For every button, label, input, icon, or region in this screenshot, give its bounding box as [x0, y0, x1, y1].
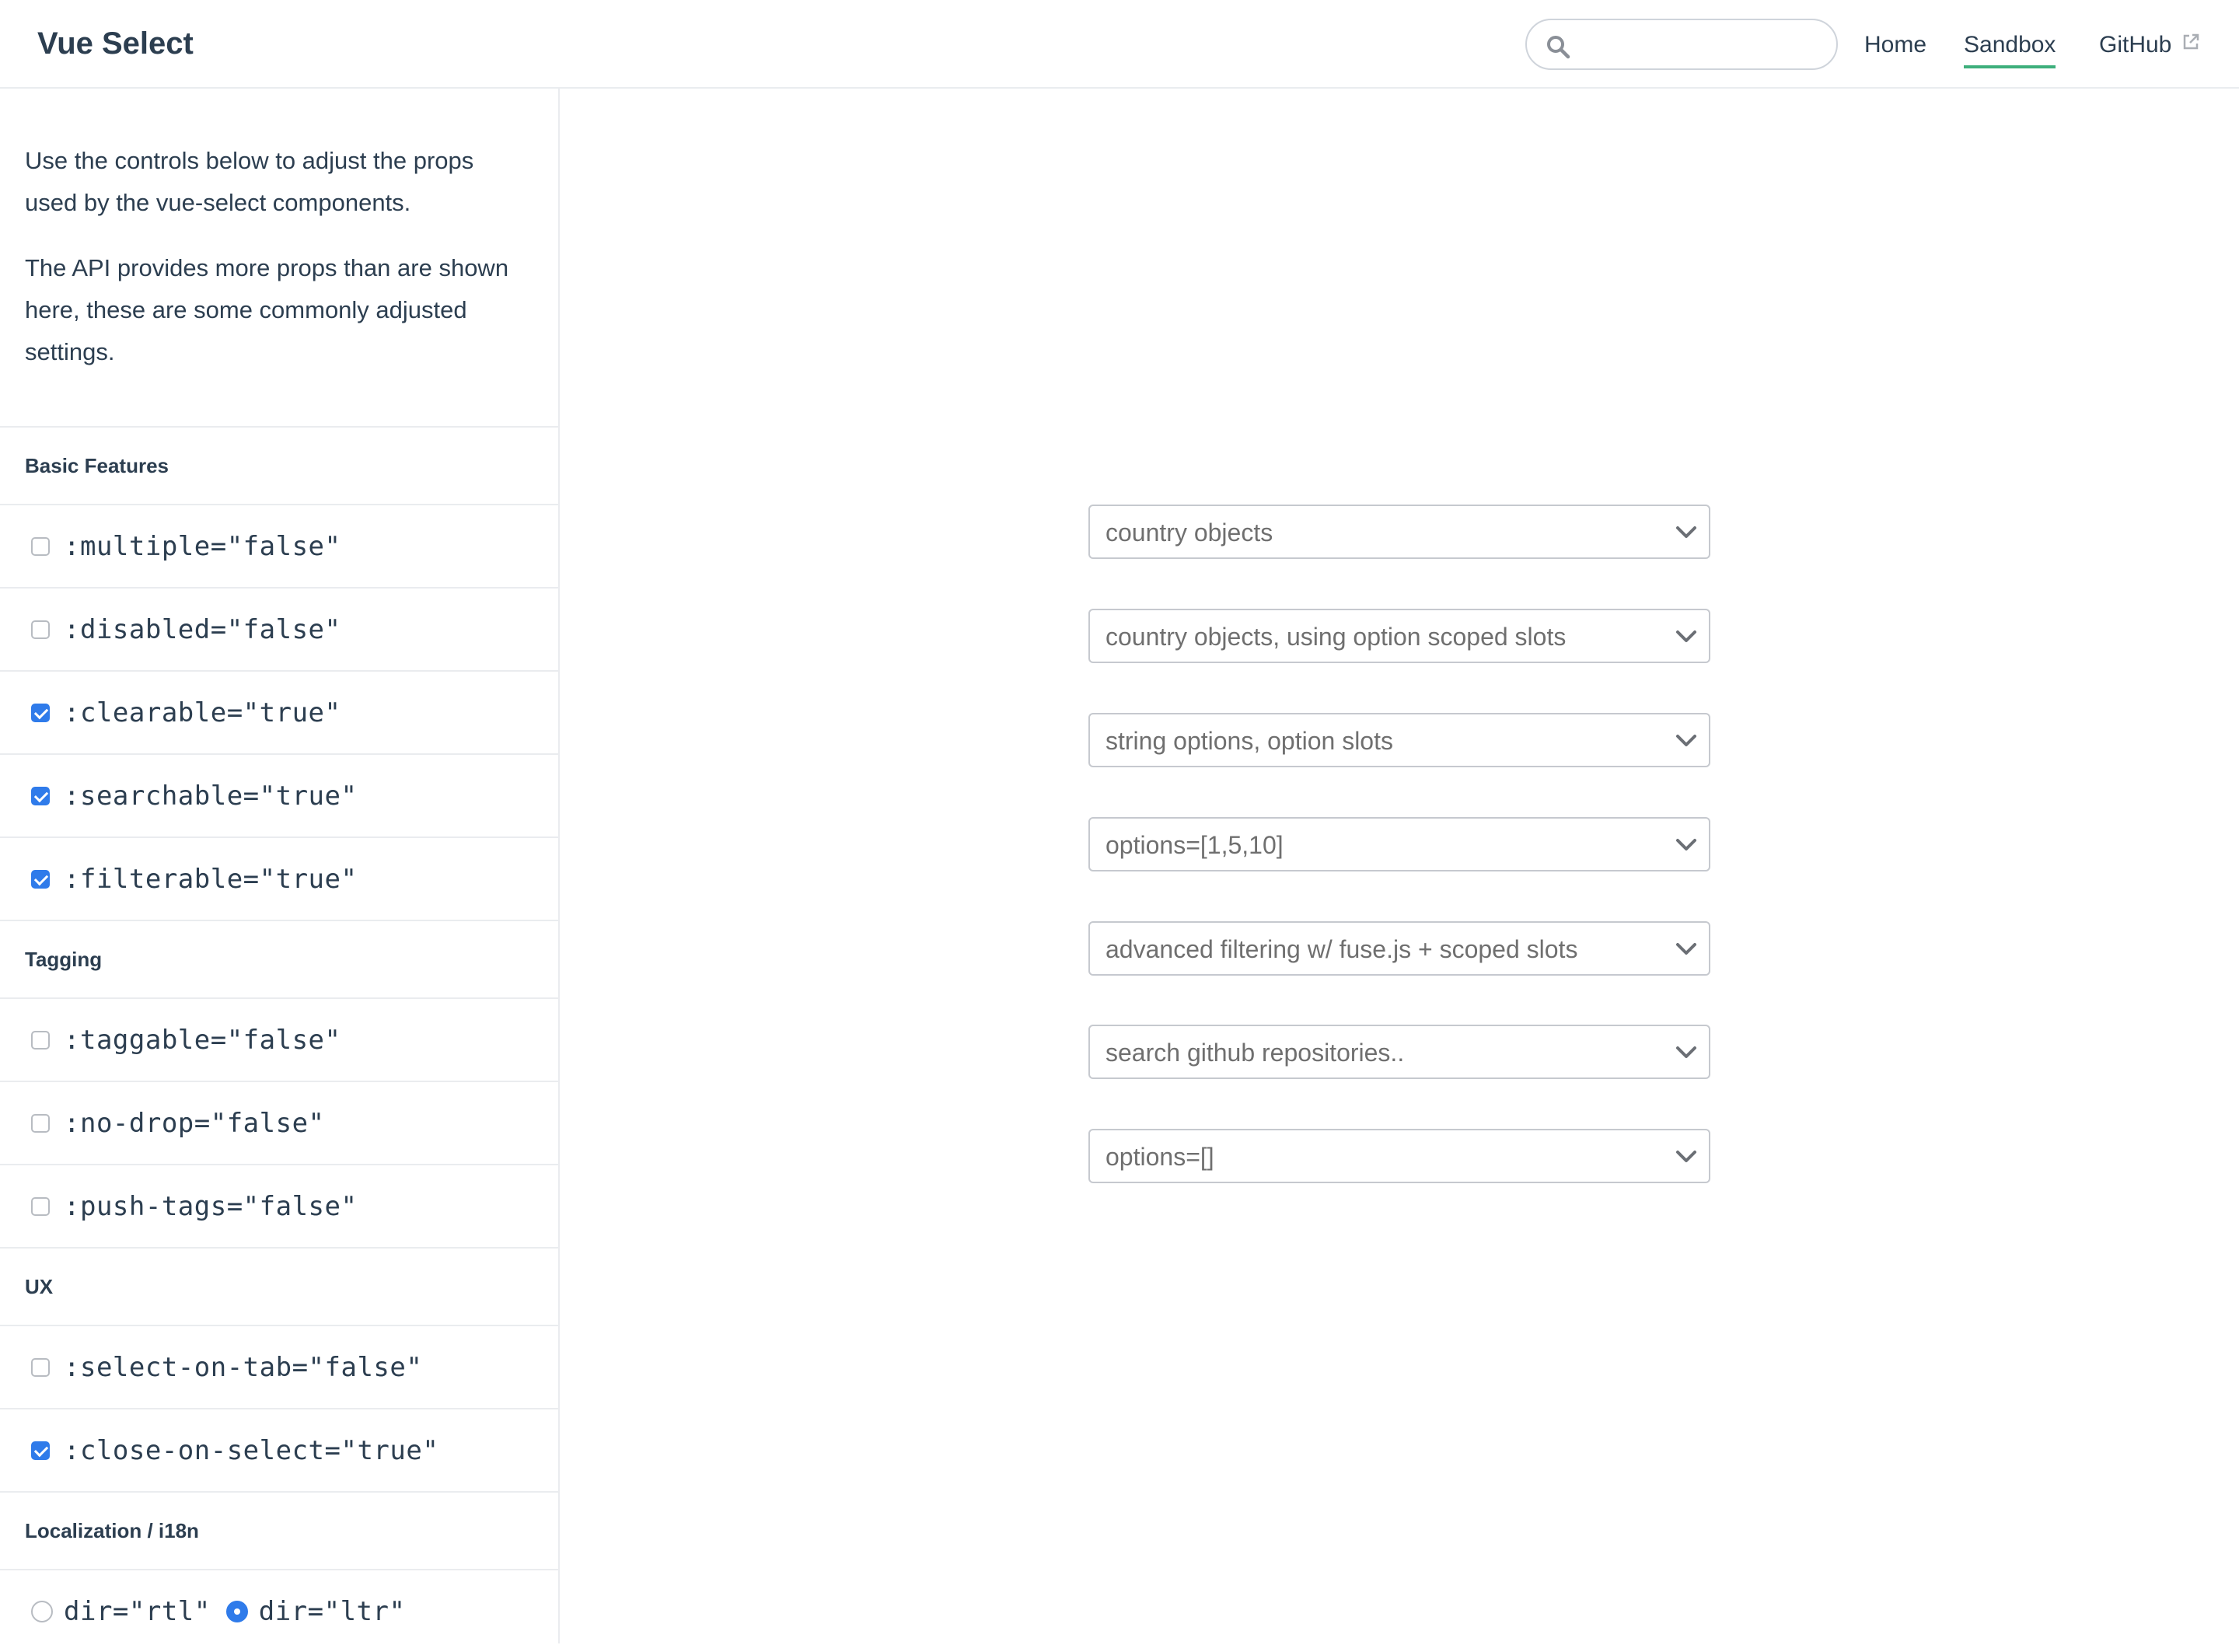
section-basic-features: Basic Features — [0, 426, 558, 504]
select-country-objects[interactable]: country objects — [1088, 505, 1710, 559]
option-clearable[interactable]: :clearable="true" — [0, 670, 558, 753]
radio-label[interactable]: dir="ltr" — [259, 1596, 406, 1627]
searchable-checkbox[interactable] — [31, 786, 50, 805]
option-filterable[interactable]: :filterable="true" — [0, 836, 558, 920]
no-drop-checkbox[interactable] — [31, 1113, 50, 1133]
search-input[interactable] — [1581, 28, 1822, 62]
nav-github-link[interactable]: GitHub — [2099, 30, 2171, 61]
site-name[interactable]: Vue Select — [37, 23, 194, 64]
push-tags-checkbox[interactable] — [31, 1196, 50, 1216]
select-placeholder: country objects, using option scoped slo… — [1106, 623, 1567, 651]
navbar: Vue Select Home Sandbox GitHub — [0, 0, 2239, 89]
option-disabled[interactable]: :disabled="false" — [0, 587, 558, 670]
taggable-checkbox[interactable] — [31, 1030, 50, 1050]
nav-sandbox-link[interactable]: Sandbox — [1964, 30, 2056, 68]
radio-label[interactable]: dir="rtl" — [64, 1596, 211, 1627]
intro-paragraph: Use the controls below to adjust the pro… — [25, 147, 474, 216]
select-country-objects-scoped[interactable]: country objects, using option scoped slo… — [1088, 609, 1710, 663]
option-label: :select-on-tab="false" — [64, 1351, 423, 1383]
search-icon — [1547, 36, 1570, 59]
option-label: :no-drop="false" — [64, 1107, 325, 1139]
option-close-on-select[interactable]: :close-on-select="true" — [0, 1408, 558, 1491]
external-link-icon — [2183, 33, 2199, 50]
select-empty-options[interactable]: options=[] — [1088, 1129, 1710, 1183]
close-on-select-checkbox[interactable] — [31, 1441, 50, 1460]
filterable-checkbox[interactable] — [31, 869, 50, 889]
section-ux: UX — [0, 1247, 558, 1325]
select-github-repositories[interactable]: search github repositories.. — [1088, 1025, 1710, 1079]
dir-rtl-radio[interactable] — [31, 1600, 53, 1622]
dir-ltr-radio[interactable] — [225, 1600, 248, 1622]
select-placeholder: search github repositories.. — [1106, 1039, 1405, 1067]
option-push-tags[interactable]: :push-tags="false" — [0, 1164, 558, 1247]
chevron-down-icon — [1676, 1151, 1696, 1162]
option-label: :disabled="false" — [64, 613, 341, 645]
nav-home-link[interactable]: Home — [1864, 30, 1926, 61]
option-multiple[interactable]: :multiple="false" — [0, 504, 558, 587]
select-advanced-filtering[interactable]: advanced filtering w/ fuse.js + scoped s… — [1088, 921, 1710, 976]
section-tagging: Tagging — [0, 920, 558, 997]
section-localization: Localization / i18n — [0, 1491, 558, 1569]
clearable-checkbox[interactable] — [31, 703, 50, 722]
option-direction: dir="rtl" dir="ltr" — [0, 1569, 558, 1652]
intro-paragraph: The API provides more props than are sho… — [25, 254, 509, 365]
select-placeholder: options=[] — [1106, 1143, 1214, 1171]
option-label: :searchable="true" — [64, 780, 358, 812]
chevron-down-icon — [1676, 1046, 1696, 1058]
chevron-down-icon — [1676, 839, 1696, 850]
select-placeholder: country objects — [1106, 519, 1273, 547]
select-string-options[interactable]: string options, option slots — [1088, 713, 1710, 767]
option-label: :clearable="true" — [64, 697, 341, 728]
option-select-on-tab[interactable]: :select-on-tab="false" — [0, 1325, 558, 1408]
sidebar: Use the controls below to adjust the pro… — [0, 89, 560, 1643]
search-box[interactable] — [1525, 19, 1838, 70]
sidebar-intro: Use the controls below to adjust the pro… — [0, 89, 558, 426]
option-label: :close-on-select="true" — [64, 1434, 439, 1466]
select-numeric-options[interactable]: options=[1,5,10] — [1088, 817, 1710, 871]
chevron-down-icon — [1676, 526, 1696, 538]
option-label: :filterable="true" — [64, 863, 358, 895]
chevron-down-icon — [1676, 630, 1696, 642]
multiple-checkbox[interactable] — [31, 536, 50, 556]
option-label: :push-tags="false" — [64, 1190, 358, 1222]
chevron-down-icon — [1676, 943, 1696, 955]
disabled-checkbox[interactable] — [31, 620, 50, 639]
option-taggable[interactable]: :taggable="false" — [0, 997, 558, 1081]
select-placeholder: advanced filtering w/ fuse.js + scoped s… — [1106, 935, 1578, 963]
option-label: :taggable="false" — [64, 1024, 341, 1056]
option-no-drop[interactable]: :no-drop="false" — [0, 1081, 558, 1164]
option-label: :multiple="false" — [64, 530, 341, 562]
select-on-tab-checkbox[interactable] — [31, 1357, 50, 1377]
chevron-down-icon — [1676, 735, 1696, 746]
option-searchable[interactable]: :searchable="true" — [0, 753, 558, 836]
select-placeholder: string options, option slots — [1106, 727, 1393, 755]
select-placeholder: options=[1,5,10] — [1106, 831, 1284, 859]
